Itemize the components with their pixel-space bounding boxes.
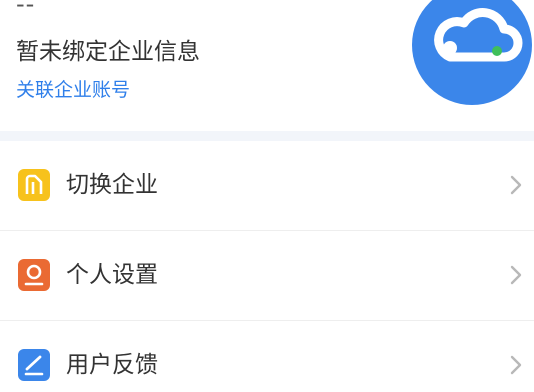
- menu-item-label: 用户反馈: [66, 352, 158, 378]
- menu-item-user-feedback[interactable]: 用户反馈: [0, 321, 534, 392]
- menu-item-switch-company[interactable]: 切换企业: [0, 141, 534, 231]
- menu-item-label: 切换企业: [66, 172, 158, 198]
- link-company-account-link[interactable]: 关联企业账号: [16, 77, 130, 103]
- edit-icon: [18, 349, 50, 381]
- building-icon: [18, 169, 50, 201]
- company-status-text: 暂未绑定企业信息: [16, 39, 200, 65]
- user-name: --: [16, 0, 36, 18]
- section-divider: [0, 131, 534, 141]
- menu-item-personal-settings[interactable]: 个人设置: [0, 231, 534, 321]
- profile-header: -- 暂未绑定企业信息 关联企业账号: [0, 0, 534, 131]
- person-icon: [18, 259, 50, 291]
- chevron-right-icon: [510, 265, 522, 285]
- chevron-right-icon: [510, 175, 522, 195]
- cloud-icon: [434, 8, 523, 62]
- menu-item-label: 个人设置: [66, 262, 158, 288]
- avatar[interactable]: [412, 0, 532, 105]
- chevron-right-icon: [510, 355, 522, 375]
- settings-menu: 切换企业 个人设置 用户反馈: [0, 141, 534, 392]
